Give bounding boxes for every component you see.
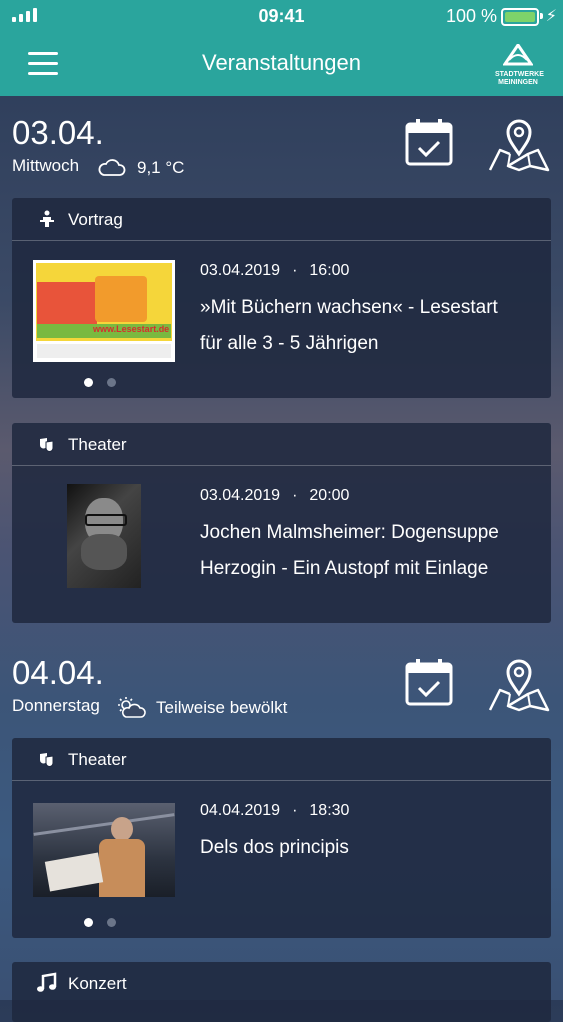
event-image[interactable] [67,484,141,588]
event-category: Konzert [12,962,551,1004]
day-weekday: Mittwoch [12,156,80,175]
event-date: 04.04.2019 [200,802,281,819]
battery-icon [501,8,543,26]
cloud-icon [98,159,126,176]
category-label: Konzert [68,974,127,993]
calendar-icon[interactable] [404,118,454,168]
image-pager[interactable] [84,378,116,387]
day-weather: 9,1 °C [137,158,185,177]
event-title: Dels dos principis [200,837,349,858]
event-meta: 03.04.2019 · 20:00 [200,487,350,504]
image-caption: www.Lesestart.de [93,324,170,334]
event-meta: 03.04.2019 · 16:00 [200,262,350,279]
event-card[interactable]: Theater 04.04.2019 · 18:30 Dels dos princi… [12,738,551,938]
charging-icon: ⚡ [545,8,557,25]
event-date: 03.04.2019 [200,262,281,279]
event-title: »Mit Büchern wachsen« - Lesestart für al… [200,297,498,354]
event-category: Theater [12,738,551,781]
logo-line2: MEININGEN [498,79,538,86]
calendar-icon[interactable] [404,658,454,708]
category-label: Vortrag [68,210,123,229]
map-pin-icon[interactable] [488,658,550,712]
day-header: 03.04. Mittwoch 9,1 °C [0,100,563,200]
theater-masks-icon [40,753,54,767]
day-weekday: Donnerstag [12,696,100,715]
day-date: 03.04. [12,114,104,151]
status-bar: 09:41 100 % ⚡ [0,0,563,32]
day-date: 04.04. [12,654,104,691]
nav-bar: Veranstaltungen STADTWERKE MEININGEN [0,32,563,96]
day-header: 04.04. Donnerstag Teilweise bewölkt [0,640,563,740]
event-meta: 04.04.2019 · 18:30 [200,802,350,819]
event-time: 18:30 [309,802,350,819]
event-date: 03.04.2019 [200,487,281,504]
theater-masks-icon [40,438,54,452]
event-card[interactable]: Konzert [12,962,551,1022]
event-card[interactable]: Theater 03.04.2019 · 20:00 Jochen Malmshei… [12,423,551,623]
event-image[interactable]: www.Lesestart.de [33,260,175,362]
stadtwerke-logo[interactable]: STADTWERKE MEININGEN [495,42,544,86]
event-time: 20:00 [309,487,350,504]
map-pin-icon[interactable] [488,118,550,172]
battery-percent: 100 % [445,6,497,26]
event-category: Theater [12,423,551,466]
event-time: 16:00 [309,262,350,279]
event-category: Vortrag [12,198,551,241]
event-card[interactable]: Vortrag www.Lesestart.de 03.04.2019 · 16:0… [12,198,551,398]
category-label: Theater [68,750,127,769]
day-weather: Teilweise bewölkt [156,698,288,717]
page-title: Veranstaltungen [201,50,362,75]
music-note-icon [37,972,57,992]
event-title: Jochen Malmsheimer: Dogensuppe Herzogin … [200,522,499,579]
lecture-icon [40,210,54,227]
partly-cloudy-icon [118,697,146,718]
event-image[interactable] [33,803,175,897]
category-label: Theater [68,435,127,454]
image-pager[interactable] [84,918,116,927]
logo-line1: STADTWERKE [495,71,544,78]
